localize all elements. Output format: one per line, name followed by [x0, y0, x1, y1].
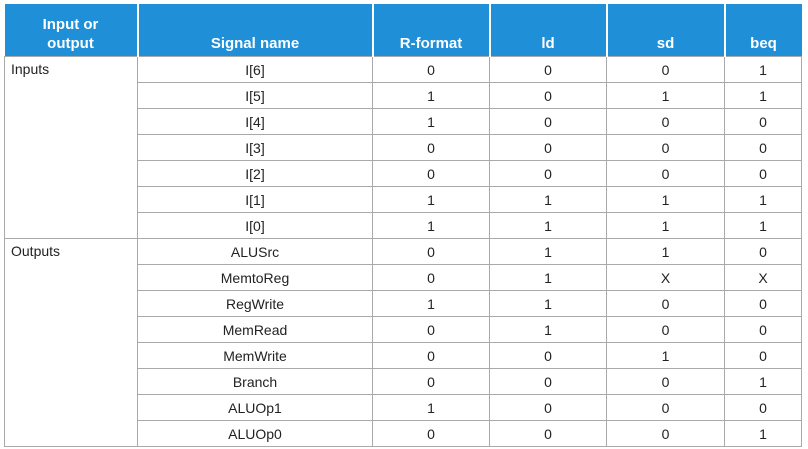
header-signal-name: Signal name	[136, 4, 374, 57]
header-sd: sd	[605, 4, 726, 57]
signal-name-cell: ALUSrc	[137, 238, 373, 265]
value-cell: 0	[606, 368, 725, 395]
value-cell: 0	[489, 134, 607, 161]
value-cell: 1	[489, 186, 607, 213]
table-row: Outputs ALUSrc 0 1 1 0	[4, 238, 802, 447]
value-cell: 0	[372, 134, 490, 161]
value-cell: 1	[606, 238, 725, 265]
value-cell: 1	[372, 108, 490, 135]
value-cell: 0	[372, 316, 490, 343]
value-cell: 0	[489, 82, 607, 109]
table-body: Inputs I[6] 0 0 0 1 I[5] 1 0 1 1 I[4] 1 0 0 0 I[3] 0 0 0 0 I[…	[4, 56, 802, 447]
signal-name-cell: I[4]	[137, 108, 373, 135]
value-cell: 0	[724, 394, 802, 421]
value-cell: 0	[372, 238, 490, 265]
value-cell: 0	[489, 342, 607, 369]
value-cell: 1	[724, 420, 802, 447]
value-cell: 0	[606, 316, 725, 343]
value-cell: 0	[489, 160, 607, 187]
value-cell: 1	[606, 212, 725, 239]
header-input-or-output: Input or output	[4, 4, 139, 57]
signal-name-cell: MemWrite	[137, 342, 373, 369]
value-cell: 0	[489, 420, 607, 447]
value-cell: 0	[489, 368, 607, 395]
signal-name-cell: MemtoReg	[137, 264, 373, 291]
value-cell: 0	[724, 290, 802, 317]
value-cell: 1	[606, 186, 725, 213]
value-cell: X	[606, 264, 725, 291]
signal-name-cell: I[0]	[137, 212, 373, 239]
value-cell: 0	[606, 108, 725, 135]
value-cell: 1	[372, 290, 490, 317]
value-cell: 0	[489, 394, 607, 421]
value-cell: 1	[489, 316, 607, 343]
signal-name-cell: MemRead	[137, 316, 373, 343]
value-cell: 1	[372, 186, 490, 213]
value-cell: 1	[724, 212, 802, 239]
value-cell: X	[724, 264, 802, 291]
value-cell: 1	[606, 342, 725, 369]
value-cell: 0	[606, 56, 725, 83]
value-cell: 0	[606, 290, 725, 317]
signal-name-cell: I[1]	[137, 186, 373, 213]
control-truth-table: Input or output Signal name R-format ld …	[4, 4, 802, 448]
value-cell: 1	[489, 238, 607, 265]
value-cell: 0	[372, 368, 490, 395]
value-cell: 1	[724, 82, 802, 109]
signal-name-cell: ALUOp1	[137, 394, 373, 421]
value-cell: 0	[372, 264, 490, 291]
value-cell: 0	[606, 420, 725, 447]
value-cell: 0	[724, 160, 802, 187]
value-cell: 1	[372, 212, 490, 239]
signal-name-cell: I[3]	[137, 134, 373, 161]
header-row: Input or output Signal name R-format ld …	[4, 4, 802, 57]
value-cell: 1	[489, 264, 607, 291]
header-r-format: R-format	[371, 4, 491, 57]
value-cell: 0	[489, 56, 607, 83]
signal-name-cell: Branch	[137, 368, 373, 395]
signal-name-cell: I[6]	[137, 56, 373, 83]
header-ld: ld	[488, 4, 608, 57]
value-cell: 0	[724, 316, 802, 343]
group-label: Inputs	[4, 56, 138, 239]
signal-name-cell: RegWrite	[137, 290, 373, 317]
value-cell: 1	[489, 290, 607, 317]
value-cell: 1	[724, 186, 802, 213]
value-cell: 1	[489, 212, 607, 239]
value-cell: 0	[372, 342, 490, 369]
truth-table: Input or output Signal name R-format ld …	[4, 4, 802, 447]
value-cell: 0	[724, 108, 802, 135]
value-cell: 0	[372, 56, 490, 83]
value-cell: 1	[724, 56, 802, 83]
group-label: Outputs	[4, 238, 138, 447]
value-cell: 0	[489, 108, 607, 135]
value-cell: 0	[606, 160, 725, 187]
signal-name-cell: I[2]	[137, 160, 373, 187]
value-cell: 0	[724, 342, 802, 369]
value-cell: 0	[724, 134, 802, 161]
signal-name-cell: ALUOp0	[137, 420, 373, 447]
header-beq: beq	[723, 4, 802, 57]
value-cell: 1	[372, 394, 490, 421]
value-cell: 1	[724, 368, 802, 395]
value-cell: 1	[606, 82, 725, 109]
value-cell: 0	[606, 394, 725, 421]
value-cell: 0	[372, 160, 490, 187]
value-cell: 0	[372, 420, 490, 447]
table-row: Inputs I[6] 0 0 0 1	[4, 56, 802, 239]
value-cell: 0	[724, 238, 802, 265]
value-cell: 0	[606, 134, 725, 161]
signal-name-cell: I[5]	[137, 82, 373, 109]
value-cell: 1	[372, 82, 490, 109]
